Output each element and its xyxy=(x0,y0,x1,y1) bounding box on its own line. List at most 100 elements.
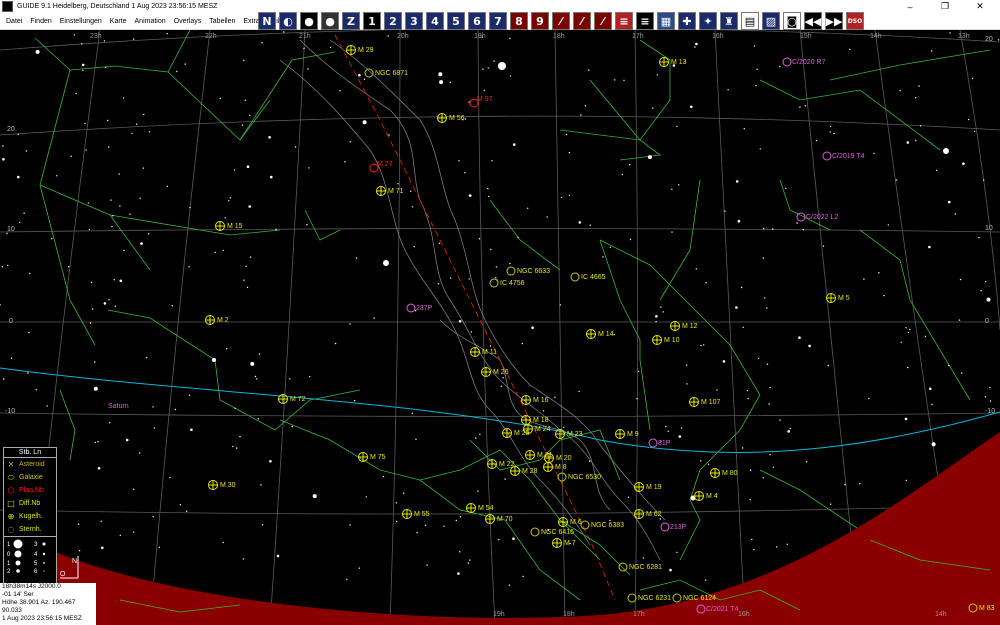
messier-label[interactable]: M 20 xyxy=(556,455,572,462)
planet-label[interactable]: Saturn xyxy=(108,403,129,410)
menu-overlays[interactable]: Overlays xyxy=(170,18,206,25)
messier-label[interactable]: M 55 xyxy=(414,511,430,518)
level-4-icon[interactable]: 4 xyxy=(426,12,444,30)
messier-label[interactable]: M 13 xyxy=(671,59,687,66)
declination-tick[interactable]: 10 xyxy=(7,226,15,233)
messier-label[interactable]: M 7 xyxy=(564,540,576,547)
ngc-label[interactable]: M 83 xyxy=(979,605,995,612)
comet-label[interactable]: C/2021 T4 xyxy=(706,606,739,613)
messier-label[interactable]: M 14 xyxy=(598,331,614,338)
messier-label[interactable]: M 23 xyxy=(567,431,583,438)
fast-forward-icon[interactable]: ▶▶ xyxy=(825,12,843,30)
menu-karte[interactable]: Karte xyxy=(106,18,131,25)
comet-label[interactable]: C/2019 T4 xyxy=(832,153,865,160)
document-icon[interactable]: ▤ xyxy=(741,12,759,30)
menu-animation[interactable]: Animation xyxy=(131,18,170,25)
chart-icon[interactable]: ▨ xyxy=(762,12,780,30)
messier-label[interactable]: M 62 xyxy=(646,511,662,518)
ra-tick[interactable]: 18h xyxy=(553,33,565,40)
messier-label[interactable]: M 26 xyxy=(493,369,509,376)
minimize-button[interactable]: – xyxy=(895,0,925,13)
messier-label[interactable]: M 4 xyxy=(706,493,718,500)
level-6-icon[interactable]: 6 xyxy=(468,12,486,30)
messier-label[interactable]: M 6 xyxy=(570,519,582,526)
messier-label[interactable]: M 71 xyxy=(388,188,404,195)
messier-label[interactable]: M 29 xyxy=(358,47,374,54)
ra-tick[interactable]: 14h xyxy=(870,33,882,40)
comet-label[interactable]: 237P xyxy=(416,305,433,312)
language-de-icon[interactable]: ≡ xyxy=(636,12,654,30)
level-2-icon[interactable]: 2 xyxy=(384,12,402,30)
zoom-icon[interactable]: Z xyxy=(342,12,360,30)
messier-label[interactable]: M 19 xyxy=(646,484,662,491)
messier-label[interactable]: M 10 xyxy=(664,337,680,344)
messier-label[interactable]: M 22 xyxy=(499,461,515,468)
ngc-label[interactable]: NGC 6871 xyxy=(375,70,408,77)
ra-tick[interactable]: 22h xyxy=(205,33,217,40)
nebula-label[interactable]: M 97 xyxy=(477,96,493,103)
declination-tick[interactable]: 0 xyxy=(9,318,13,325)
level-9-icon[interactable]: 9 xyxy=(531,12,549,30)
level-11-icon[interactable]: ⁄ xyxy=(573,12,591,30)
ra-tick[interactable]: 17h xyxy=(632,33,644,40)
comet-label[interactable]: 213P xyxy=(670,524,687,531)
telescope-icon[interactable]: ♜ xyxy=(720,12,738,30)
ra-tick[interactable]: 21h xyxy=(299,33,311,40)
messier-label[interactable]: M 11 xyxy=(482,349,497,356)
ngc-label[interactable]: NGC 6281 xyxy=(629,564,662,571)
ra-tick[interactable]: 19h xyxy=(474,33,486,40)
messier-label[interactable]: M 5 xyxy=(838,295,850,302)
messier-label[interactable]: M 8 xyxy=(555,464,567,471)
ngc-label[interactable]: IC 4756 xyxy=(500,280,525,287)
menu-einstellungen[interactable]: Einstellungen xyxy=(56,18,106,25)
messier-label[interactable]: M 21 xyxy=(537,452,553,459)
messier-label[interactable]: M 9 xyxy=(627,431,639,438)
level-5-icon[interactable]: 5 xyxy=(447,12,465,30)
menu-tabellen[interactable]: Tabellen xyxy=(205,18,239,25)
close-button[interactable]: ✕ xyxy=(965,0,995,13)
ngc-label[interactable]: NGC 6231 xyxy=(638,595,671,602)
level-12-icon[interactable]: ⁄ xyxy=(594,12,612,30)
comet-label[interactable]: C/2022 L2 xyxy=(806,214,838,221)
declination-tick[interactable]: 20 xyxy=(7,126,15,133)
messier-label[interactable]: M 28 xyxy=(522,468,538,475)
ngc-label[interactable]: NGC 6633 xyxy=(517,268,550,275)
messier-label[interactable]: M 80 xyxy=(722,470,738,477)
level-10-icon[interactable]: ⁄ xyxy=(552,12,570,30)
declination-tick[interactable]: -10 xyxy=(985,408,995,415)
messier-label[interactable]: M 25 xyxy=(514,430,530,437)
ngc-label[interactable]: IC 4665 xyxy=(581,274,606,281)
messier-label[interactable]: M 56 xyxy=(449,115,465,122)
messier-label[interactable]: M 30 xyxy=(220,482,236,489)
messier-label[interactable]: M 72 xyxy=(290,396,306,403)
messier-label[interactable]: M 2 xyxy=(217,317,229,324)
declination-tick[interactable]: 20 xyxy=(985,36,993,43)
ngc-label[interactable]: NGC 6383 xyxy=(591,522,624,529)
grid-icon[interactable]: ▦ xyxy=(657,12,675,30)
rewind-icon[interactable]: ◀◀ xyxy=(804,12,822,30)
messier-label[interactable]: M 16 xyxy=(533,397,549,404)
language-en-icon[interactable]: ≡ xyxy=(615,12,633,30)
level-8-icon[interactable]: 8 xyxy=(510,12,528,30)
star-chart[interactable]: M 29M 13M 56M 71M 15M 5M 2M 14M 12M 10M … xyxy=(0,30,1000,625)
comet-label[interactable]: 81P xyxy=(658,440,671,447)
messier-label[interactable]: M 18 xyxy=(533,417,549,424)
level-7-icon[interactable]: 7 xyxy=(489,12,507,30)
messier-label[interactable]: M 75 xyxy=(370,454,386,461)
ra-tick[interactable]: 20h xyxy=(397,33,409,40)
sun-icon[interactable]: ● xyxy=(300,12,318,30)
ra-tick[interactable]: 19h xyxy=(493,611,505,618)
level-3-icon[interactable]: 3 xyxy=(405,12,423,30)
nebula-label[interactable]: M 27 xyxy=(377,161,393,168)
messier-label[interactable]: M 107 xyxy=(701,399,721,406)
menu-finden[interactable]: Finden xyxy=(26,18,55,25)
messier-label[interactable]: M 70 xyxy=(497,516,513,523)
ra-tick[interactable]: 14h xyxy=(935,611,947,618)
menu-datei[interactable]: Datei xyxy=(2,18,26,25)
messier-label[interactable]: M 24 xyxy=(535,426,551,433)
moon-phase-icon[interactable]: ◐ xyxy=(279,12,297,30)
crosshair-icon[interactable]: ✚ xyxy=(678,12,696,30)
ngc-label[interactable]: NGC 6124 xyxy=(683,595,716,602)
messier-label[interactable]: M 54 xyxy=(478,505,494,512)
declination-tick[interactable]: -10 xyxy=(5,408,15,415)
